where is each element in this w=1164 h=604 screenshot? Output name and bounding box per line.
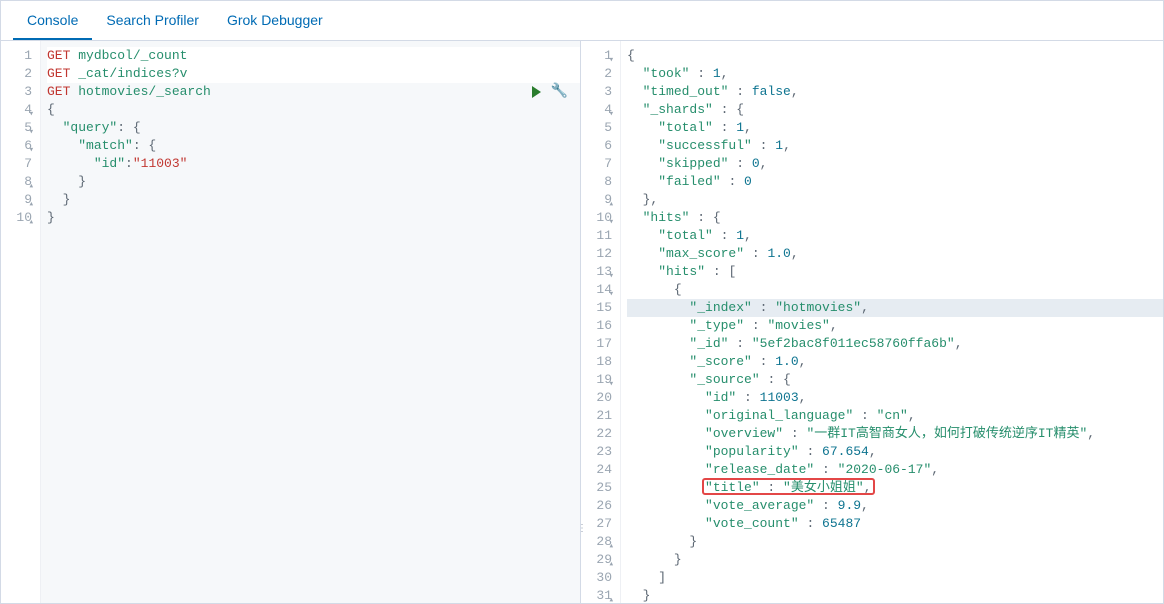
code-line[interactable]: "query": {	[47, 119, 580, 137]
code-line[interactable]: "successful" : 1,	[627, 137, 1163, 155]
code-line[interactable]: "original_language" : "cn",	[627, 407, 1163, 425]
code-line[interactable]: {	[47, 101, 580, 119]
request-gutter: 1234▾5▾6▾78▴9▴10▴	[1, 41, 41, 603]
code-line[interactable]: "max_score" : 1.0,	[627, 245, 1163, 263]
code-line[interactable]: "total" : 1,	[627, 227, 1163, 245]
run-icon[interactable]	[532, 86, 541, 98]
code-line[interactable]: GET hotmovies/_search	[47, 83, 580, 101]
tab-grok-debugger[interactable]: Grok Debugger	[213, 1, 337, 40]
code-line[interactable]: "popularity" : 67.654,	[627, 443, 1163, 461]
response-pane: ⋮ 1▾234▾56789▴10▾111213▾14▾1516171819▾20…	[581, 41, 1163, 603]
code-line[interactable]: }	[627, 533, 1163, 551]
code-line[interactable]: "total" : 1,	[627, 119, 1163, 137]
code-line[interactable]: "hits" : {	[627, 209, 1163, 227]
request-actions: 🔧	[532, 83, 568, 101]
code-line[interactable]: "vote_average" : 9.9,	[627, 497, 1163, 515]
code-line[interactable]: {	[627, 281, 1163, 299]
tab-console[interactable]: Console	[13, 1, 92, 40]
code-line[interactable]: "hits" : [	[627, 263, 1163, 281]
tab-search-profiler[interactable]: Search Profiler	[92, 1, 213, 40]
code-line[interactable]: "id":"11003"	[47, 155, 580, 173]
code-line[interactable]: "failed" : 0	[627, 173, 1163, 191]
code-line[interactable]: "_score" : 1.0,	[627, 353, 1163, 371]
code-line[interactable]: "skipped" : 0,	[627, 155, 1163, 173]
code-line[interactable]: GET _cat/indices?v	[47, 65, 580, 83]
code-line[interactable]: }	[47, 209, 580, 227]
code-line[interactable]: },	[627, 191, 1163, 209]
code-line[interactable]: "took" : 1,	[627, 65, 1163, 83]
code-line[interactable]: "release_date" : "2020-06-17",	[627, 461, 1163, 479]
response-gutter: 1▾234▾56789▴10▾111213▾14▾1516171819▾2021…	[581, 41, 621, 603]
wrench-icon[interactable]: 🔧	[551, 83, 568, 101]
code-line[interactable]: "_source" : {	[627, 371, 1163, 389]
request-pane: 1234▾5▾6▾78▴9▴10▴ GET mydbcol/_countGET …	[1, 41, 581, 603]
response-viewer[interactable]: { "took" : 1, "timed_out" : false, "_sha…	[621, 41, 1163, 603]
code-line[interactable]: "title" : "美女小姐姐",	[627, 479, 1163, 497]
code-line[interactable]: "_id" : "5ef2bac8f011ec58760ffa6b",	[627, 335, 1163, 353]
request-editor[interactable]: GET mydbcol/_countGET _cat/indices?vGET …	[41, 41, 580, 603]
code-line[interactable]: ]	[627, 569, 1163, 587]
tabs-bar: Console Search Profiler Grok Debugger	[1, 1, 1163, 41]
code-line[interactable]: }	[627, 587, 1163, 603]
code-line[interactable]: }	[47, 173, 580, 191]
editor-split: 1234▾5▾6▾78▴9▴10▴ GET mydbcol/_countGET …	[1, 41, 1163, 603]
code-line[interactable]: "match": {	[47, 137, 580, 155]
code-line[interactable]: GET mydbcol/_count	[47, 47, 580, 65]
code-line[interactable]: "_shards" : {	[627, 101, 1163, 119]
code-line[interactable]: "id" : 11003,	[627, 389, 1163, 407]
code-line[interactable]: {	[627, 47, 1163, 65]
code-line[interactable]: "timed_out" : false,	[627, 83, 1163, 101]
code-line[interactable]: "vote_count" : 65487	[627, 515, 1163, 533]
code-line[interactable]: }	[627, 551, 1163, 569]
code-line[interactable]: }	[47, 191, 580, 209]
code-line[interactable]: "overview" : "一群IT高智商女人，如何打破传统逆序IT精英",	[627, 425, 1163, 443]
code-line[interactable]: "_index" : "hotmovies",	[627, 299, 1163, 317]
code-line[interactable]: "_type" : "movies",	[627, 317, 1163, 335]
